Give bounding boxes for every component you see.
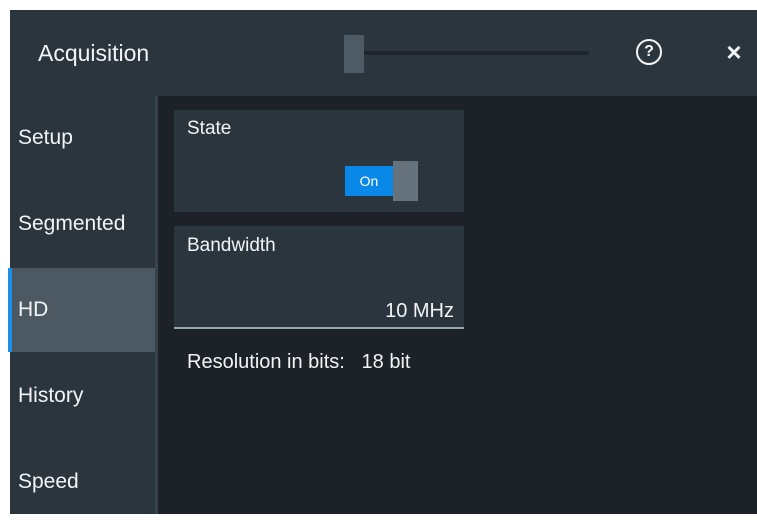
sidebar-item-label: History	[18, 384, 84, 407]
sidebar: Setup Segmented HD History Speed	[8, 96, 155, 514]
title-bar: Acquisition ? ×	[10, 10, 757, 96]
sidebar-divider	[155, 96, 158, 514]
bandwidth-value[interactable]: 10 MHz	[385, 300, 454, 323]
dialog-scroll-track[interactable]	[344, 51, 589, 55]
help-icon[interactable]: ?	[636, 39, 662, 65]
active-indicator	[8, 268, 12, 352]
resolution-value: 18 bit	[361, 351, 411, 373]
sidebar-item-speed[interactable]: Speed	[10, 440, 155, 524]
state-toggle-on[interactable]: On	[345, 166, 393, 196]
bandwidth-underline	[174, 327, 464, 329]
resolution-label: Resolution in bits:	[187, 351, 345, 373]
sidebar-item-history[interactable]: History	[10, 354, 155, 438]
dialog-title: Acquisition	[38, 40, 150, 66]
sidebar-item-segmented[interactable]: Segmented	[10, 182, 155, 266]
sidebar-item-label: HD	[18, 298, 49, 321]
sidebar-item-setup[interactable]: Setup	[10, 96, 155, 180]
sidebar-item-label: Segmented	[18, 212, 126, 235]
sidebar-item-label: Setup	[18, 126, 73, 149]
close-icon[interactable]: ×	[720, 36, 748, 68]
state-toggle-knob[interactable]	[393, 161, 418, 201]
state-label: State	[187, 118, 232, 139]
acquisition-dialog: Acquisition ? × Setup Segmented HD Histo…	[8, 10, 757, 514]
sidebar-item-hd[interactable]: HD	[8, 268, 155, 352]
bandwidth-label: Bandwidth	[187, 235, 276, 256]
dialog-scroll-handle[interactable]	[344, 35, 364, 73]
resolution-readout: Resolution in bits: 18 bit	[187, 351, 410, 374]
sidebar-item-label: Speed	[18, 470, 79, 493]
